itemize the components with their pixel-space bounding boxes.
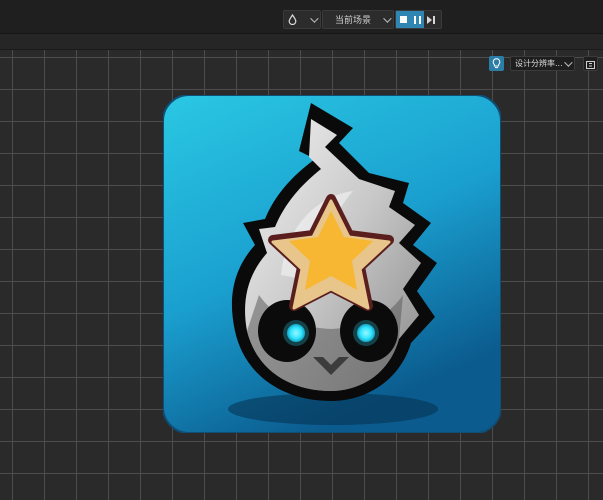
step-button[interactable] xyxy=(424,11,438,28)
resolution-toggle-button[interactable] xyxy=(583,56,598,71)
pause-icon xyxy=(413,15,421,24)
droplet-icon xyxy=(288,10,297,29)
scene-select-value: 当前场景 xyxy=(335,16,372,26)
resolution-select-value: 设计分辨率... xyxy=(515,59,563,68)
chevron-down-icon xyxy=(564,57,573,67)
drop-menu-button[interactable] xyxy=(283,10,321,29)
chevron-down-icon xyxy=(383,13,392,23)
resolution-icon xyxy=(586,54,595,73)
scene-select[interactable]: 当前场景 xyxy=(322,10,394,29)
design-resolution-select[interactable]: 设计分辨率... xyxy=(510,56,575,71)
stop-icon xyxy=(399,16,407,23)
step-icon xyxy=(427,15,435,24)
chevron-down-icon xyxy=(310,13,319,23)
stop-button[interactable] xyxy=(396,11,410,28)
cocos-logo xyxy=(162,94,502,434)
preview-controls xyxy=(395,10,442,29)
pause-button[interactable] xyxy=(410,11,424,28)
scene-subbar xyxy=(0,34,603,50)
light-toggle-button[interactable] xyxy=(489,56,504,71)
lightbulb-icon xyxy=(492,54,501,73)
